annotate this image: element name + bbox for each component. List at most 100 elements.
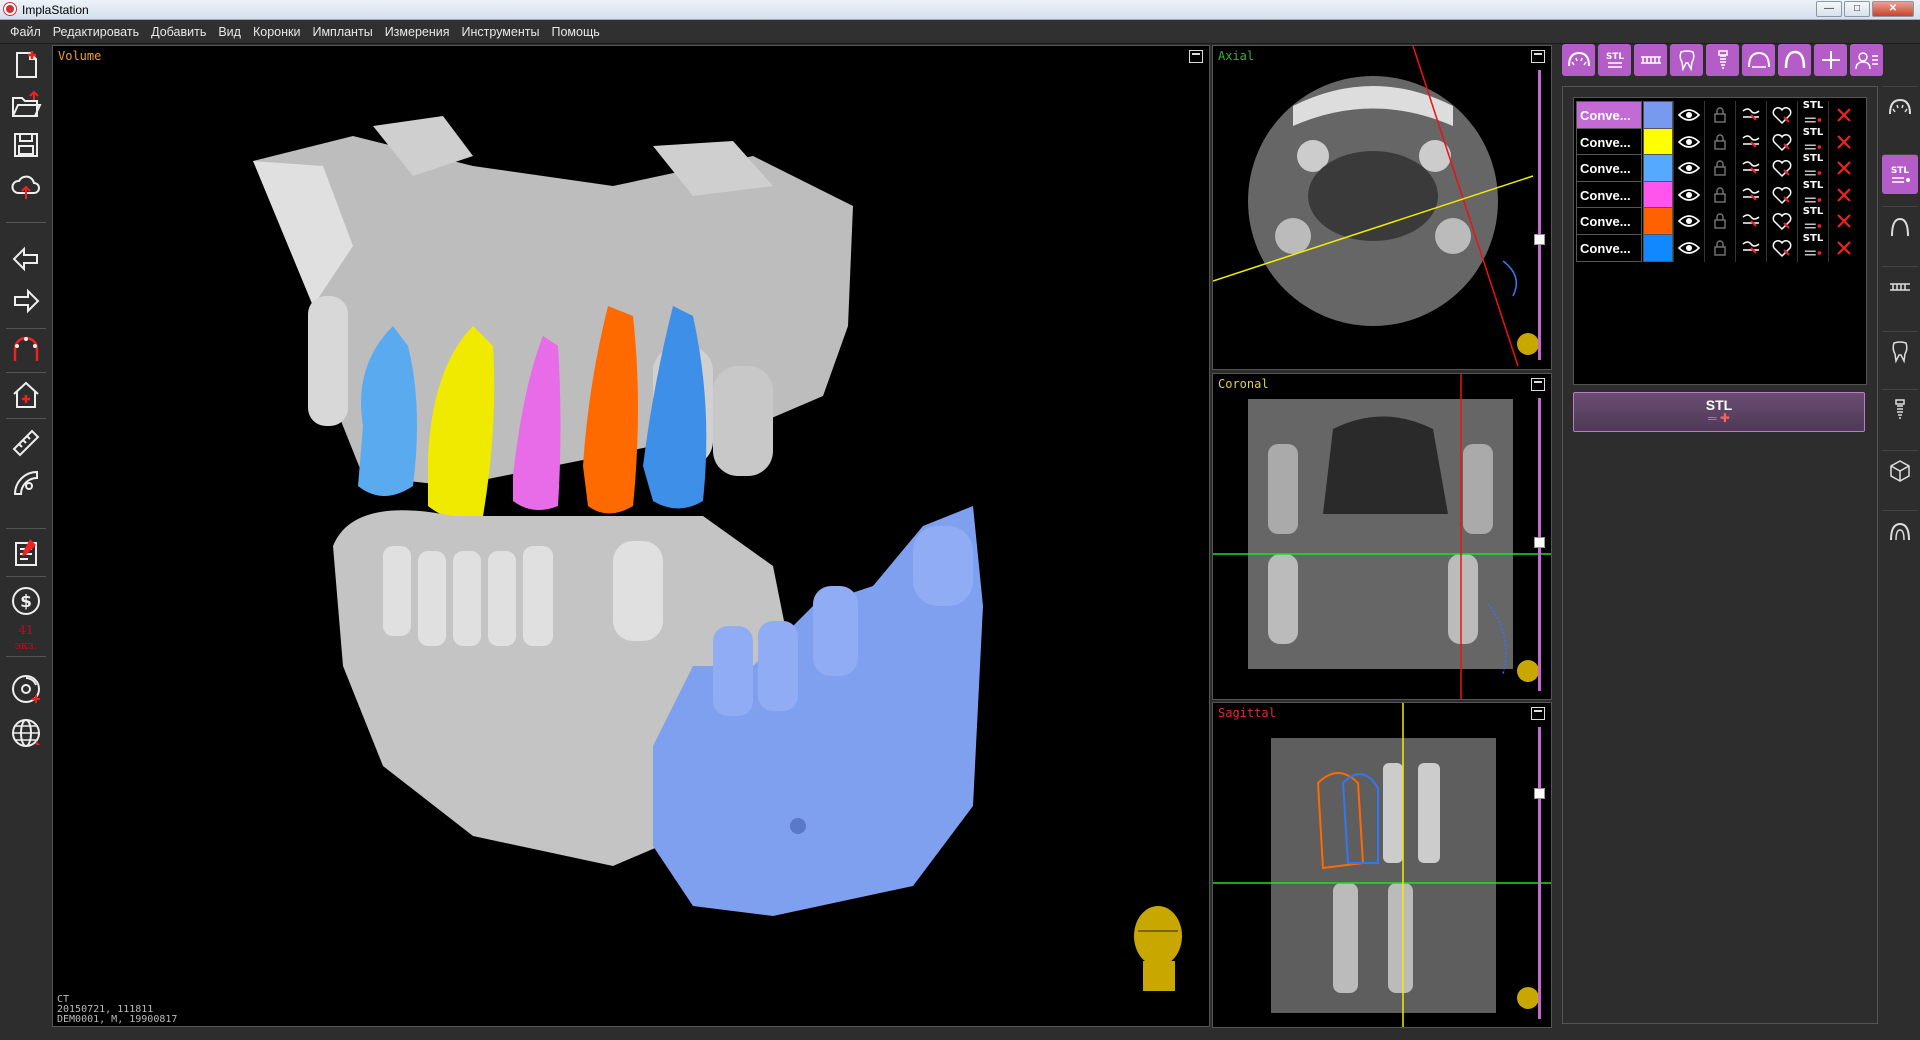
visibility-eye-icon[interactable] — [1673, 154, 1704, 182]
menu-add[interactable]: Добавить — [145, 25, 212, 39]
tooth-icon[interactable] — [1882, 331, 1918, 371]
menu-edit[interactable]: Редактировать — [47, 25, 145, 39]
sagittal-slice-image[interactable] — [1213, 703, 1551, 1027]
maximize-button[interactable]: □ — [1844, 1, 1870, 17]
stl-export-icon[interactable]: STL — [1797, 233, 1828, 262]
user-card-icon[interactable] — [1850, 44, 1883, 76]
axial-maximize-button[interactable] — [1531, 50, 1545, 63]
smooth-surface-icon[interactable] — [1735, 154, 1766, 182]
undo-arrow-icon[interactable] — [6, 240, 46, 278]
implant-icon[interactable] — [1706, 44, 1739, 76]
home-icon[interactable] — [6, 376, 46, 414]
coronal-slice-handle[interactable] — [1534, 537, 1545, 548]
implant-icon[interactable] — [1882, 389, 1918, 429]
teeth-row-icon[interactable] — [1882, 266, 1918, 306]
panorama-icon[interactable] — [1742, 44, 1775, 76]
object-color-swatch[interactable] — [1643, 127, 1673, 156]
sagittal-slice-scrollbar[interactable] — [1538, 727, 1541, 1019]
visibility-eye-icon[interactable] — [1673, 207, 1704, 235]
heart-edit-icon[interactable] — [1766, 154, 1797, 182]
stl-export-icon[interactable]: STL — [1797, 180, 1828, 209]
object-color-swatch[interactable] — [1643, 233, 1673, 262]
axial-slice-handle[interactable] — [1534, 234, 1545, 245]
object-name[interactable]: Conve... — [1576, 207, 1642, 235]
teeth-row-icon[interactable] — [1634, 44, 1667, 76]
globe-icon[interactable] — [6, 714, 46, 752]
coronal-slice-image[interactable] — [1213, 374, 1551, 699]
menu-crowns[interactable]: Коронки — [247, 25, 307, 39]
lock-icon[interactable] — [1704, 127, 1735, 156]
object-row[interactable]: Conve... STL — [1576, 180, 1859, 210]
object-color-swatch[interactable] — [1643, 180, 1673, 209]
menu-help[interactable]: Помощь — [545, 25, 605, 39]
report-icon[interactable] — [6, 534, 46, 572]
object-color-swatch[interactable] — [1643, 207, 1673, 235]
delete-icon[interactable] — [1828, 207, 1859, 235]
volume-maximize-button[interactable] — [1189, 50, 1203, 63]
delete-icon[interactable] — [1828, 154, 1859, 182]
object-name[interactable]: Conve... — [1576, 180, 1642, 209]
heart-edit-icon[interactable] — [1766, 180, 1797, 209]
object-name[interactable]: Conve... — [1576, 233, 1642, 262]
sagittal-slice-handle[interactable] — [1534, 788, 1545, 799]
add-stl-button[interactable]: STL ═ ✚ — [1573, 392, 1865, 432]
stl-export-icon[interactable]: STL — [1797, 101, 1828, 129]
delete-icon[interactable] — [1828, 180, 1859, 209]
tooth-icon[interactable] — [1670, 44, 1703, 76]
delete-icon[interactable] — [1828, 101, 1859, 129]
stl-export-icon[interactable]: STL — [1797, 127, 1828, 156]
visibility-eye-icon[interactable] — [1673, 127, 1704, 156]
lock-icon[interactable] — [1704, 233, 1735, 262]
object-row[interactable]: Conve... STL — [1576, 233, 1859, 263]
heart-edit-icon[interactable] — [1766, 233, 1797, 262]
delete-icon[interactable] — [1828, 233, 1859, 262]
visibility-eye-icon[interactable] — [1673, 101, 1704, 129]
redo-arrow-icon[interactable] — [6, 282, 46, 320]
stl-list-icon[interactable]: STL — [1598, 44, 1631, 76]
object-name[interactable]: Conve... — [1576, 127, 1642, 156]
arch-curve-icon[interactable] — [1882, 206, 1918, 246]
smooth-surface-icon[interactable] — [1735, 127, 1766, 156]
protractor-icon[interactable] — [6, 464, 46, 502]
dollar-icon[interactable]: $ — [6, 582, 46, 620]
new-document-icon[interactable] — [6, 46, 46, 84]
smooth-surface-icon[interactable] — [1735, 180, 1766, 209]
stl-export-icon[interactable]: STL — [1797, 154, 1828, 182]
disc-icon[interactable] — [6, 670, 46, 708]
jaw-icon[interactable] — [1882, 510, 1918, 550]
volume-viewport[interactable]: Volume CT 20150721, 111811 DEM0001, M, 1… — [52, 45, 1210, 1027]
object-color-swatch[interactable] — [1643, 154, 1673, 182]
menu-measurements[interactable]: Измерения — [379, 25, 456, 39]
lock-icon[interactable] — [1704, 101, 1735, 129]
3d-jaw-render[interactable] — [53, 46, 1209, 1026]
heart-edit-icon[interactable] — [1766, 207, 1797, 235]
lock-icon[interactable] — [1704, 180, 1735, 209]
lock-icon[interactable] — [1704, 154, 1735, 182]
axial-slice-image[interactable] — [1213, 46, 1551, 369]
arch-curve-icon[interactable] — [1778, 44, 1811, 76]
dental-arch-icon[interactable] — [6, 330, 46, 368]
ruler-icon[interactable] — [6, 424, 46, 462]
heart-edit-icon[interactable] — [1766, 101, 1797, 129]
smooth-surface-icon[interactable] — [1735, 101, 1766, 129]
minimize-button[interactable]: — — [1816, 1, 1842, 17]
cube-3d-icon[interactable] — [1882, 450, 1918, 490]
lock-icon[interactable] — [1704, 207, 1735, 235]
menu-view[interactable]: Вид — [212, 25, 247, 39]
object-name[interactable]: Conve... — [1576, 101, 1642, 129]
object-row[interactable]: Conve... STL — [1576, 206, 1859, 236]
heart-edit-icon[interactable] — [1766, 127, 1797, 156]
close-button[interactable]: ✕ — [1872, 1, 1914, 17]
axial-viewport[interactable]: Axial — [1212, 45, 1552, 370]
object-row[interactable]: Conve... STL — [1576, 153, 1859, 183]
smooth-surface-icon[interactable] — [1735, 233, 1766, 262]
smooth-surface-icon[interactable] — [1735, 207, 1766, 235]
menu-implants[interactable]: Импланты — [306, 25, 378, 39]
object-row[interactable]: Conve... STL — [1576, 127, 1859, 157]
coronal-viewport[interactable]: Coronal — [1212, 373, 1552, 700]
open-folder-icon[interactable] — [6, 86, 46, 124]
stl-list-icon[interactable]: STL — [1882, 154, 1918, 194]
axial-slice-scrollbar[interactable] — [1538, 70, 1541, 360]
delete-icon[interactable] — [1828, 127, 1859, 156]
menu-file[interactable]: Файл — [4, 25, 47, 39]
